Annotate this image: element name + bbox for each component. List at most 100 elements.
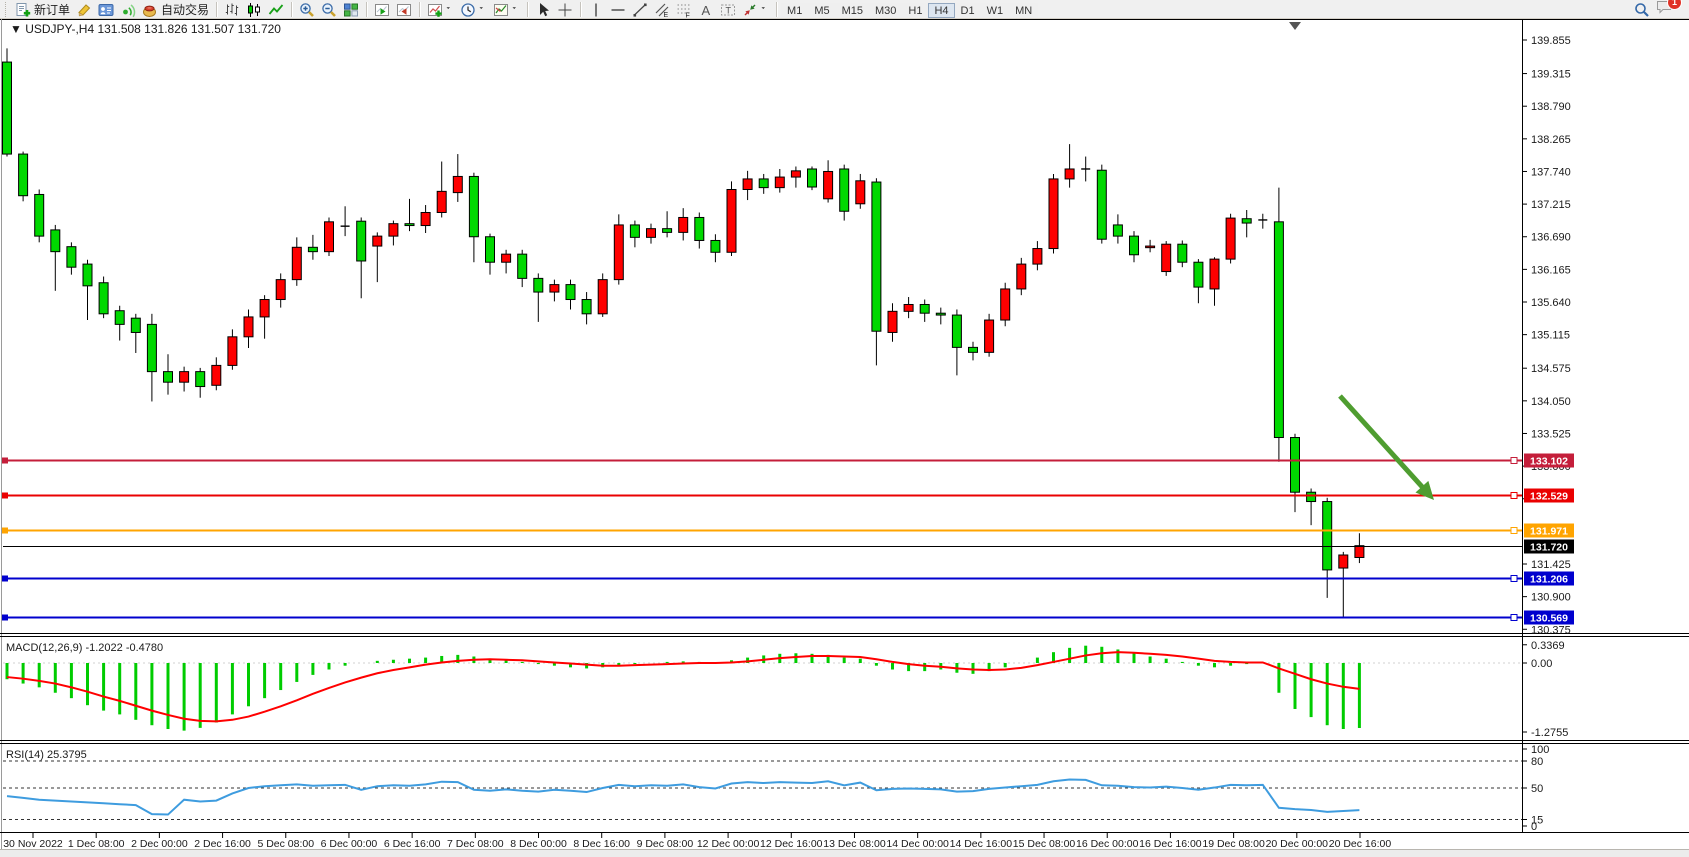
time-axis-label: 20 Dec 00:00 bbox=[1266, 838, 1329, 849]
label-tool-button[interactable]: T bbox=[717, 1, 739, 18]
price-axis-label: 135.640 bbox=[1531, 297, 1571, 309]
crosshair-button[interactable] bbox=[554, 1, 576, 18]
channel-button[interactable]: E bbox=[651, 1, 673, 18]
indicators-button[interactable] bbox=[424, 1, 457, 18]
candle-body bbox=[1194, 262, 1203, 287]
candle-body bbox=[99, 283, 108, 314]
line-handle-left[interactable] bbox=[2, 528, 8, 534]
line-handle-left[interactable] bbox=[2, 615, 8, 621]
cursor-button[interactable] bbox=[532, 1, 554, 18]
horizontal-line-button[interactable] bbox=[607, 1, 629, 18]
candlestick-button[interactable] bbox=[243, 1, 265, 18]
candle-body bbox=[1323, 502, 1332, 570]
candle-body bbox=[502, 254, 511, 262]
line-handle-right[interactable] bbox=[1511, 458, 1517, 464]
time-axis-label: 2 Dec 16:00 bbox=[194, 838, 251, 849]
horizontal-line-icon bbox=[610, 2, 626, 18]
trendline-button[interactable] bbox=[629, 1, 651, 18]
vertical-line-button[interactable] bbox=[585, 1, 607, 18]
fibonacci-button[interactable]: F bbox=[673, 1, 695, 18]
signal-button[interactable] bbox=[117, 1, 139, 18]
line-handle-right[interactable] bbox=[1511, 493, 1517, 499]
chart-shift-button[interactable] bbox=[393, 1, 415, 18]
timeframe-h1[interactable]: H1 bbox=[902, 3, 928, 18]
time-axis-label: 14 Dec 00:00 bbox=[886, 838, 949, 849]
candle-body bbox=[647, 229, 656, 238]
time-axis-label: 12 Dec 00:00 bbox=[697, 838, 760, 849]
candle-body bbox=[840, 169, 849, 211]
zoom-out-button[interactable] bbox=[318, 1, 340, 18]
line-handle-right[interactable] bbox=[1511, 615, 1517, 621]
chevron-down-icon bbox=[479, 2, 487, 18]
toolbar-separator bbox=[216, 2, 217, 17]
candle-body bbox=[1001, 289, 1010, 320]
new-order-button[interactable]: 新订单 bbox=[12, 1, 73, 18]
bar-chart-button[interactable] bbox=[221, 1, 243, 18]
timeframe-m30[interactable]: M30 bbox=[869, 3, 902, 18]
search-button[interactable] bbox=[1631, 1, 1653, 18]
periods-button[interactable] bbox=[457, 1, 490, 18]
candle-body bbox=[212, 365, 221, 385]
channel-icon: E bbox=[654, 2, 670, 18]
tile-windows-button[interactable] bbox=[340, 1, 362, 18]
candle-body bbox=[244, 317, 253, 337]
zoom-out-icon bbox=[321, 2, 337, 18]
timeframe-d1[interactable]: D1 bbox=[955, 3, 981, 18]
line-chart-button[interactable] bbox=[265, 1, 287, 18]
autotrade-button[interactable]: 自动交易 bbox=[139, 1, 212, 18]
svg-text:T: T bbox=[726, 5, 732, 15]
profile-button[interactable] bbox=[95, 1, 117, 18]
time-axis-label: 8 Dec 16:00 bbox=[573, 838, 630, 849]
timeframe-m1[interactable]: M1 bbox=[781, 3, 808, 18]
timeframe-m5[interactable]: M5 bbox=[808, 3, 835, 18]
timeframe-w1[interactable]: W1 bbox=[981, 3, 1010, 18]
time-axis-label: 8 Dec 00:00 bbox=[510, 838, 567, 849]
toolbar-separator bbox=[580, 2, 581, 17]
auto-scroll-button[interactable] bbox=[371, 1, 393, 18]
line-handle-left[interactable] bbox=[2, 458, 8, 464]
candle-body bbox=[566, 285, 575, 300]
candle-body bbox=[888, 311, 897, 332]
profile-icon bbox=[98, 2, 114, 18]
chart-shift-icon bbox=[396, 2, 412, 18]
chart-background[interactable] bbox=[0, 19, 1689, 849]
candle-body bbox=[1049, 179, 1058, 249]
line-handle-right[interactable] bbox=[1511, 576, 1517, 582]
line-handle-right[interactable] bbox=[1511, 528, 1517, 534]
candle-body bbox=[872, 182, 881, 331]
highlighter-button[interactable] bbox=[73, 1, 95, 18]
zoom-in-button[interactable] bbox=[296, 1, 318, 18]
text-tool-button[interactable]: A bbox=[695, 1, 717, 18]
candle-body bbox=[1113, 225, 1122, 236]
chart-canvas[interactable]: 139.855139.315138.790138.265137.740137.2… bbox=[0, 19, 1689, 849]
time-axis-label: 6 Dec 16:00 bbox=[384, 838, 441, 849]
price-tag-label: 131.206 bbox=[1530, 574, 1568, 586]
chevron-down-icon bbox=[446, 2, 454, 18]
line-handle-left[interactable] bbox=[2, 493, 8, 499]
candle-body bbox=[131, 318, 140, 332]
candle-body bbox=[856, 181, 865, 204]
price-axis-label: 130.375 bbox=[1531, 624, 1571, 636]
time-axis-label: 14 Dec 16:00 bbox=[950, 838, 1013, 849]
candle-body bbox=[147, 324, 156, 371]
signal-icon bbox=[120, 2, 136, 18]
arrows-tool-button[interactable] bbox=[739, 1, 772, 18]
line-handle-left[interactable] bbox=[2, 576, 8, 582]
arrows-icon bbox=[742, 2, 758, 18]
indicators-icon bbox=[427, 2, 443, 18]
candle-body bbox=[598, 280, 607, 314]
candle-body bbox=[1097, 170, 1106, 239]
candle-body bbox=[759, 179, 768, 188]
timeframe-h4[interactable]: H4 bbox=[928, 3, 954, 18]
candle-body bbox=[1178, 244, 1187, 262]
timeframe-m15[interactable]: M15 bbox=[836, 3, 869, 18]
svg-text:A: A bbox=[702, 3, 711, 18]
candle-body bbox=[421, 212, 430, 225]
candle-body bbox=[952, 315, 961, 347]
macd-axis-label: 0.00 bbox=[1531, 658, 1552, 670]
timeframe-mn[interactable]: MN bbox=[1009, 3, 1038, 18]
templates-button[interactable] bbox=[490, 1, 523, 18]
candle-body bbox=[518, 254, 527, 278]
time-axis-label: 7 Dec 08:00 bbox=[447, 838, 504, 849]
candle-body bbox=[453, 176, 462, 192]
